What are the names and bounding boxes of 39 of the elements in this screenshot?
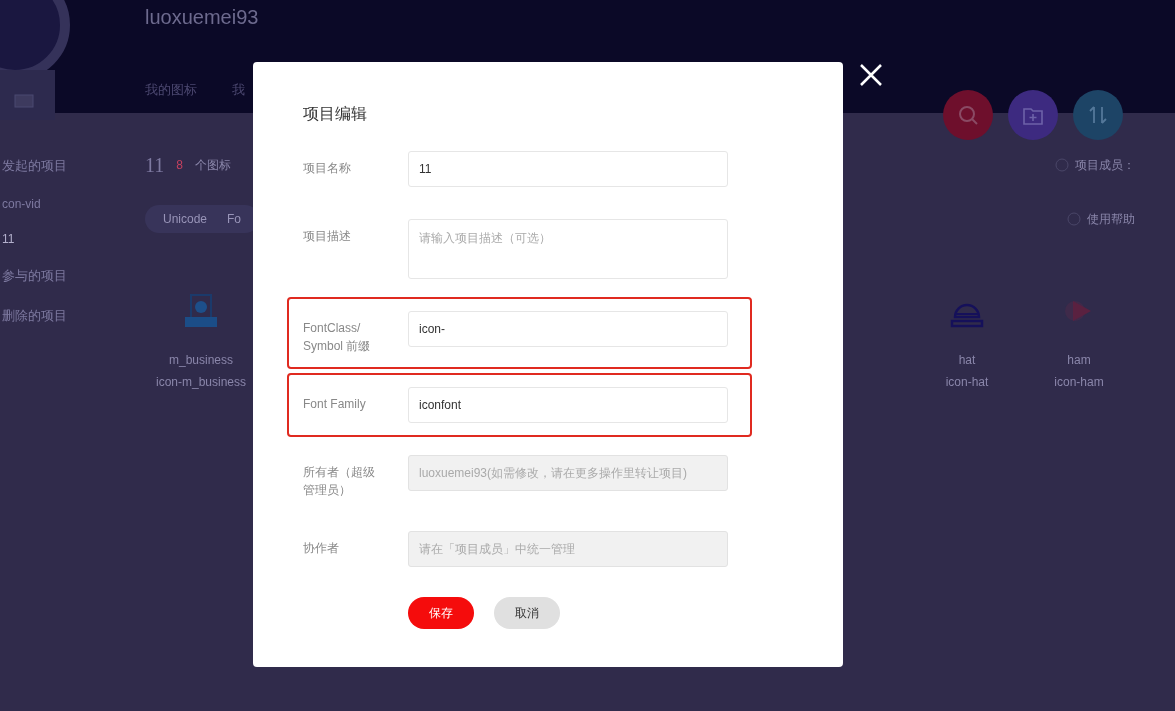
sidebar-heading[interactable]: 参与的项目 xyxy=(2,267,130,285)
username: luoxuemei93 xyxy=(145,6,259,29)
nav-link[interactable]: 我的图标 xyxy=(145,81,197,99)
dialog-title: 项目编辑 xyxy=(303,104,367,124)
input-field[interactable]: iconfont xyxy=(408,387,728,423)
icon-class: icon-m_business xyxy=(155,375,246,389)
sidebar-item[interactable]: con-vid xyxy=(2,197,130,211)
icon-class: icon-hat xyxy=(945,375,989,389)
add-folder-button[interactable] xyxy=(1008,90,1058,140)
project-name: 11 xyxy=(145,153,165,177)
sidebar-item[interactable]: 11 xyxy=(2,232,130,246)
sort-button[interactable] xyxy=(1073,90,1123,140)
text-area[interactable]: 请输入项目描述（可选） xyxy=(408,219,728,279)
field-label: FontClass/ Symbol 前缀 xyxy=(303,320,372,355)
field-label: 项目名称 xyxy=(303,160,352,177)
field-label: 所有者（超级管理员） xyxy=(303,464,376,499)
input-field[interactable]: icon- xyxy=(408,311,728,347)
sidebar-heading[interactable]: 发起的项目 xyxy=(2,157,130,175)
icon-name: hat xyxy=(958,353,976,367)
field-label: Font Family xyxy=(303,396,367,413)
nav-link[interactable]: 我 xyxy=(232,81,245,99)
help-link[interactable]: 使用帮助 xyxy=(1087,210,1135,228)
sidebar-heading[interactable]: 删除的项目 xyxy=(2,307,130,325)
icon-count: 8 xyxy=(176,158,183,172)
members-label: 项目成员： xyxy=(1075,156,1135,174)
icon-class: icon-ham xyxy=(1054,375,1104,389)
cancel-button[interactable]: 取消 xyxy=(494,597,560,629)
save-button[interactable]: 保存 xyxy=(408,597,474,629)
icon-count-label: 个图标 xyxy=(194,156,231,174)
input-field[interactable]: 11 xyxy=(408,151,728,187)
view-tab[interactable]: Fo xyxy=(217,212,252,226)
icon-name: m_business xyxy=(169,353,233,367)
close-icon[interactable] xyxy=(858,62,884,88)
icon-name: ham xyxy=(1067,353,1091,367)
search-icon xyxy=(956,103,980,127)
view-tab[interactable]: Unicode xyxy=(153,212,218,226)
search-button[interactable] xyxy=(943,90,993,140)
field-label: 协作者 xyxy=(303,540,340,557)
field-label: 项目描述 xyxy=(303,228,352,245)
